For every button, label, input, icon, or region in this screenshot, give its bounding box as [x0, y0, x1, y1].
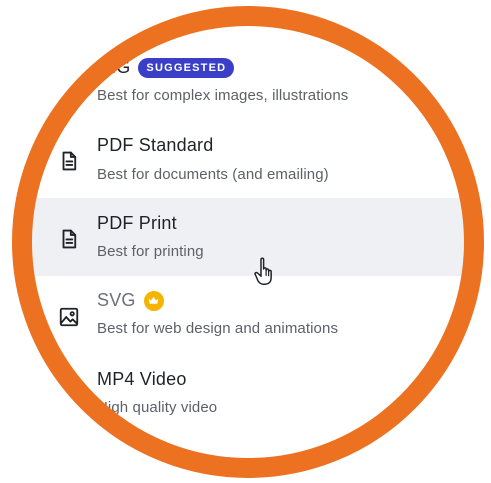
- option-title: MP4 Video: [97, 369, 187, 389]
- option-title-row: MP4 Video: [97, 369, 187, 390]
- option-description: Best for web design and animations: [97, 320, 339, 337]
- option-title-row: PDF Print: [97, 213, 177, 234]
- suggested-badge: SUGGESTED: [138, 57, 235, 78]
- option-description: Best for complex images, illustrations: [97, 87, 349, 104]
- option-description: High quality video: [97, 399, 218, 416]
- option-title-row: SVG: [97, 290, 164, 311]
- video-icon: [66, 380, 76, 390]
- file-type-option-png[interactable]: NG SUGGESTED Best for complex images, il…: [12, 50, 484, 120]
- magnifier-lens: NG SUGGESTED Best for complex images, il…: [12, 6, 484, 478]
- option-description: Best for printing: [97, 243, 204, 260]
- file-type-option-svg[interactable]: SVG Best for web design and animations: [12, 278, 484, 356]
- option-title: SVG: [97, 290, 136, 310]
- download-file-type-menu: NG SUGGESTED Best for complex images, il…: [12, 6, 484, 478]
- previous-item-sliver: [210, 12, 224, 20]
- magnified-view: NG SUGGESTED Best for complex images, il…: [0, 0, 491, 483]
- option-title: NG: [103, 57, 131, 77]
- option-title: PDF Standard: [97, 135, 214, 155]
- option-title: PDF Print: [97, 213, 177, 233]
- document-icon: [58, 150, 80, 172]
- document-icon: [58, 228, 80, 250]
- pointer-hand-icon: [252, 255, 280, 287]
- option-description: Best for documents (and emailing): [97, 166, 329, 183]
- file-type-option-pdf-standard[interactable]: PDF Standard Best for documents (and ema…: [12, 122, 484, 196]
- image-icon: [58, 306, 80, 328]
- file-type-option-pdf-print[interactable]: PDF Print Best for printing: [12, 198, 484, 276]
- file-type-option-mp4-video[interactable]: MP4 Video High quality video: [12, 358, 484, 430]
- option-title-row: NG SUGGESTED: [97, 57, 235, 78]
- crown-icon: [143, 290, 164, 311]
- option-title-row: PDF Standard: [97, 135, 213, 156]
